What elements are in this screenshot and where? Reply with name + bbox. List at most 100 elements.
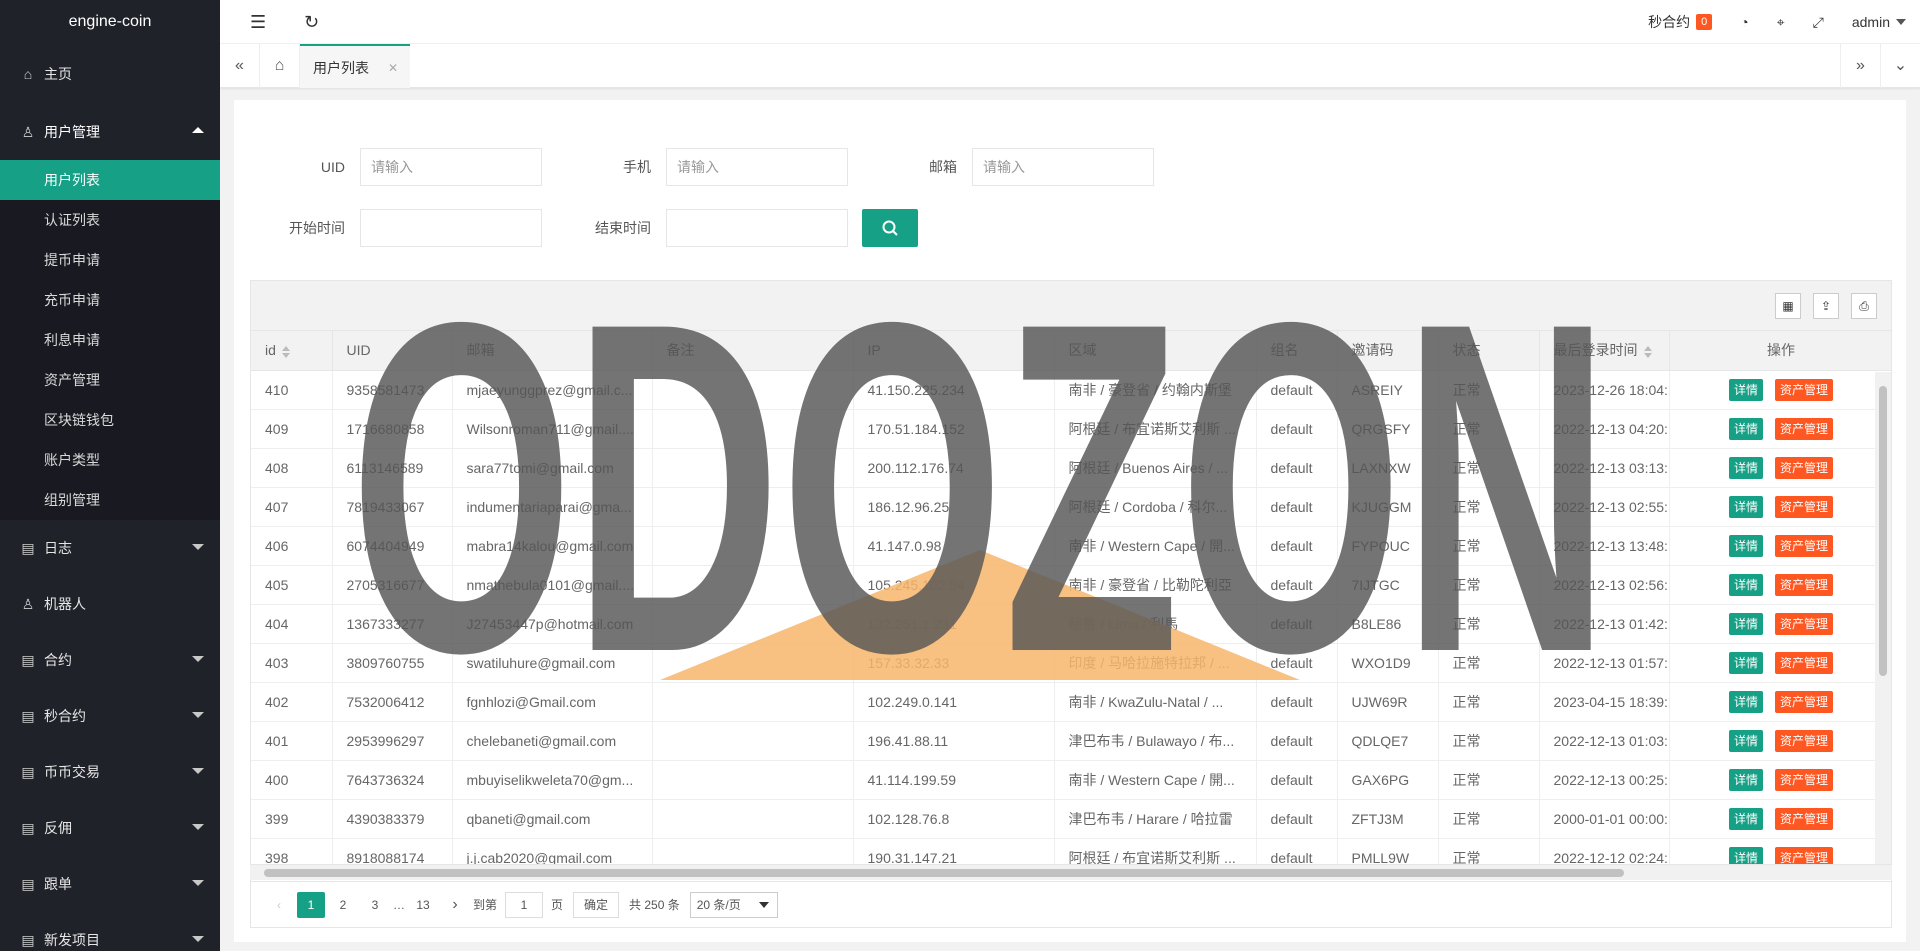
asset-management-button[interactable]: 资产管理 — [1775, 417, 1834, 440]
user-menu[interactable]: admin — [1838, 0, 1920, 44]
menu-toggle-icon[interactable]: ☰ — [250, 0, 266, 44]
sidebar-item-label: 机器人 — [44, 596, 86, 612]
detail-button[interactable]: 详情 — [1728, 729, 1763, 752]
detail-button[interactable]: 详情 — [1728, 807, 1763, 830]
chevron-down-icon — [192, 824, 204, 830]
tabs-scroll-right-icon[interactable]: » — [1840, 44, 1880, 88]
submenu-item-blockchain-wallet[interactable]: 区块链钱包 — [0, 400, 220, 440]
submenu-item-deposit-requests[interactable]: 充币申请 — [0, 280, 220, 320]
next-page-icon[interactable]: › — [441, 892, 469, 918]
submenu-item-account-types[interactable]: 账户类型 — [0, 440, 220, 480]
asset-management-button[interactable]: 资产管理 — [1775, 534, 1834, 557]
chevron-down-icon — [1896, 19, 1906, 25]
detail-button[interactable]: 详情 — [1728, 651, 1763, 674]
sidebar-item-spot-trading[interactable]: ▤ 币币交易 — [0, 744, 220, 800]
col-header-group: 组名 — [1256, 331, 1338, 371]
search-button[interactable] — [862, 209, 918, 247]
sidebar-item-copy-trading[interactable]: ▤ 跟单 — [0, 856, 220, 912]
submenu-item-interest-requests[interactable]: 利息申请 — [0, 320, 220, 360]
print-icon[interactable]: ⎙ — [1851, 293, 1877, 319]
sidebar-item-logs[interactable]: ▤ 日志 — [0, 520, 220, 576]
page-13[interactable]: 13 — [409, 892, 437, 918]
submenu-item-user-list[interactable]: 用户列表 — [0, 160, 220, 200]
chevron-up-icon — [192, 127, 204, 133]
sort-icon[interactable] — [281, 345, 290, 358]
asset-management-button[interactable]: 资产管理 — [1775, 495, 1834, 518]
submenu-item-group-management[interactable]: 组别管理 — [0, 480, 220, 520]
detail-button[interactable]: 详情 — [1728, 534, 1763, 557]
page-ellipsis: … — [393, 897, 405, 912]
sidebar-item-rebate[interactable]: ▤ 反佣 — [0, 800, 220, 856]
horizontal-scrollbar[interactable] — [250, 864, 1892, 880]
prev-page-icon[interactable]: ‹ — [265, 892, 293, 918]
asset-management-button[interactable]: 资产管理 — [1775, 651, 1834, 674]
submenu-item-asset-management[interactable]: 资产管理 — [0, 360, 220, 400]
detail-button[interactable]: 详情 — [1728, 456, 1763, 479]
sort-icon[interactable] — [1643, 345, 1652, 358]
chevron-down-icon — [192, 656, 204, 662]
page-3[interactable]: 3 — [361, 892, 389, 918]
refresh-icon[interactable]: ↻ — [304, 0, 319, 44]
goto-page-input[interactable]: 1 — [505, 891, 544, 918]
uid-input[interactable]: 请输入 — [360, 148, 542, 186]
page-1[interactable]: 1 — [297, 891, 325, 918]
tab-user-list[interactable]: 用户列表 ✕ — [300, 44, 410, 88]
home-tab-icon[interactable]: ⌂ — [260, 44, 300, 88]
col-header-id[interactable]: id — [251, 331, 333, 371]
tabs-menu-chevron-down-icon[interactable]: ⌄ — [1880, 44, 1920, 88]
cell-remark — [652, 760, 854, 800]
tabs-scroll-left-icon[interactable]: « — [220, 44, 260, 88]
cell-ip: 196.41.88.11 — [853, 721, 1055, 761]
columns-icon[interactable]: ▦ — [1775, 293, 1801, 319]
cell-group: default — [1256, 409, 1338, 449]
detail-button[interactable]: 详情 — [1728, 495, 1763, 518]
asset-management-button[interactable]: 资产管理 — [1775, 729, 1834, 752]
cell-email: sara77tomi@gmail.com — [452, 448, 653, 488]
theme-icon[interactable]: ◔ — [1726, 0, 1762, 44]
col-header-last-login[interactable]: 最后登录时间 — [1539, 331, 1670, 371]
cell-actions: 详情 资产管理 — [1669, 526, 1891, 566]
submenu-item-verification-list[interactable]: 认证列表 — [0, 200, 220, 240]
sidebar-item-user-management[interactable]: ♙ 用户管理 — [0, 104, 220, 160]
page-2[interactable]: 2 — [329, 892, 357, 918]
detail-button[interactable]: 详情 — [1728, 690, 1763, 713]
sidebar-item-robot[interactable]: ♙ 机器人 — [0, 576, 220, 632]
end-time-input[interactable] — [666, 209, 848, 247]
vertical-scrollbar[interactable] — [1875, 372, 1891, 864]
export-icon[interactable]: ⇪ — [1813, 293, 1839, 319]
email-input[interactable]: 请输入 — [972, 148, 1154, 186]
detail-button[interactable]: 详情 — [1728, 378, 1763, 401]
chevron-down-icon — [192, 544, 204, 550]
sidebar-item-second-contract[interactable]: ▤ 秒合约 — [0, 688, 220, 744]
asset-management-button[interactable]: 资产管理 — [1775, 378, 1834, 401]
sidebar-item-home[interactable]: ⌂ 主页 — [0, 44, 220, 104]
detail-button[interactable]: 详情 — [1728, 573, 1763, 596]
sidebar-item-new-projects[interactable]: ▤ 新发项目 — [0, 912, 220, 951]
asset-management-button[interactable]: 资产管理 — [1775, 456, 1834, 479]
asset-management-button[interactable]: 资产管理 — [1775, 807, 1834, 830]
cell-invite-code: KJUGGM — [1337, 487, 1439, 527]
submenu-item-withdraw-requests[interactable]: 提币申请 — [0, 240, 220, 280]
cell-ip: 105.245.102.54 — [853, 565, 1055, 605]
cell-last-login: 2023-12-26 18:04: — [1539, 370, 1670, 410]
asset-management-button[interactable]: 资产管理 — [1775, 612, 1834, 635]
sidebar-item-label: 新发项目 — [44, 932, 100, 948]
start-time-input[interactable] — [360, 209, 542, 247]
cell-region: 秘鲁 / Lima / 利馬 — [1054, 604, 1257, 644]
phone-input[interactable]: 请输入 — [666, 148, 848, 186]
asset-management-button[interactable]: 资产管理 — [1775, 768, 1834, 791]
page-size-select[interactable]: 20 条/页 — [689, 891, 778, 918]
tag-icon[interactable]: ⌖ — [1763, 0, 1799, 44]
goto-confirm-button[interactable]: 确定 — [573, 891, 620, 918]
fullscreen-icon[interactable]: ⤢ — [1799, 0, 1838, 44]
sidebar-item-contract[interactable]: ▤ 合约 — [0, 632, 220, 688]
detail-button[interactable]: 详情 — [1728, 612, 1763, 635]
cell-id: 410 — [251, 370, 333, 410]
app-logo[interactable]: engine-coin — [0, 0, 220, 44]
close-icon[interactable]: ✕ — [388, 46, 398, 90]
detail-button[interactable]: 详情 — [1728, 417, 1763, 440]
detail-button[interactable]: 详情 — [1728, 768, 1763, 791]
asset-management-button[interactable]: 资产管理 — [1775, 690, 1834, 713]
seconds-contract-alert[interactable]: 秒合约 0 — [1634, 0, 1726, 44]
asset-management-button[interactable]: 资产管理 — [1775, 573, 1834, 596]
